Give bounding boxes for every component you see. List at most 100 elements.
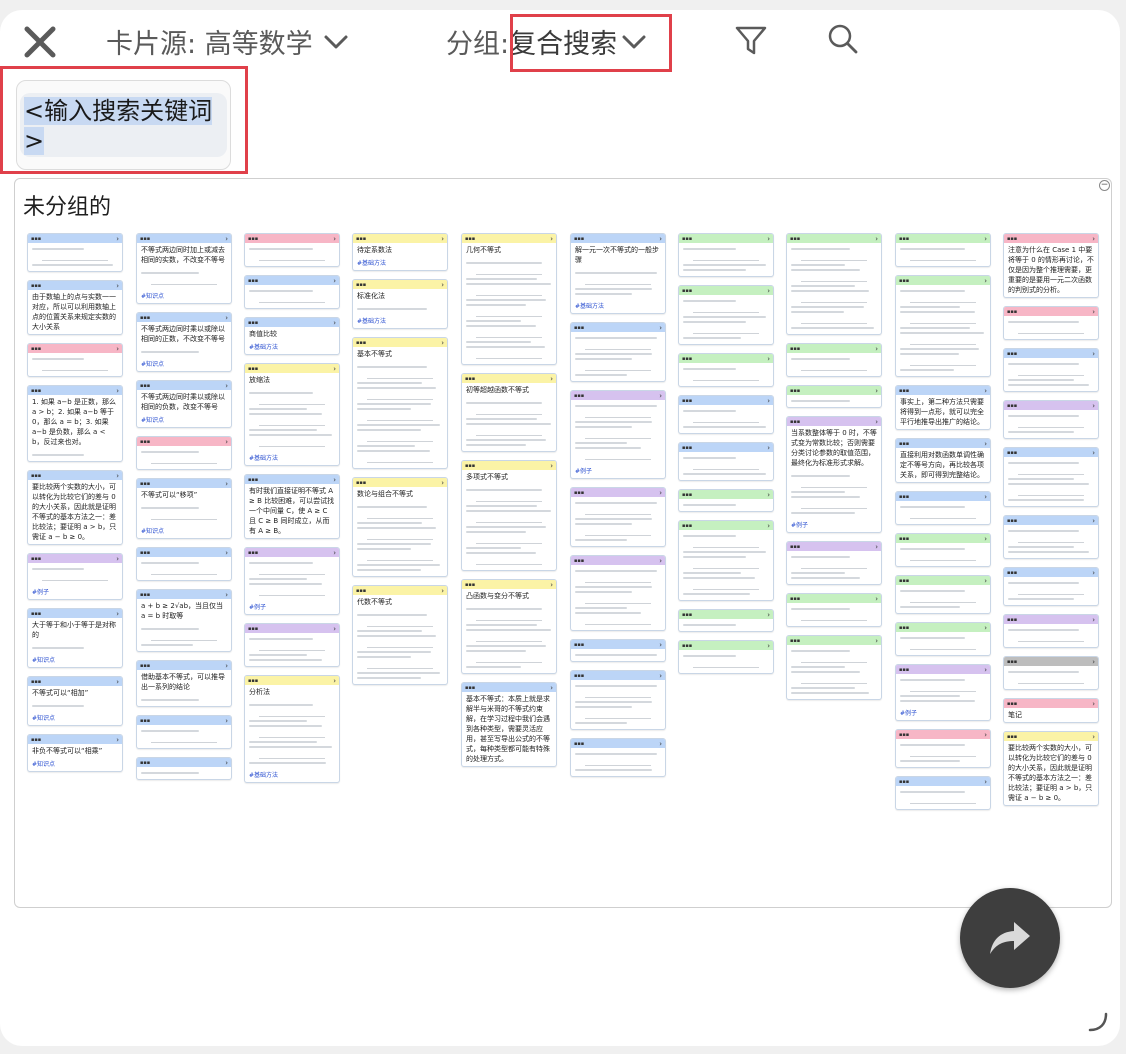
- chevron-right-icon[interactable]: ›: [767, 287, 770, 295]
- chevron-right-icon[interactable]: ›: [984, 731, 987, 739]
- chevron-right-icon[interactable]: ›: [333, 277, 336, 285]
- card[interactable]: ▪▪▪ › 基本不等式：本质上就是求解半与米哥的不等式约束解，在学习过程中我们会遇到…: [461, 682, 557, 767]
- card[interactable]: ▪▪▪ ›: [678, 353, 774, 387]
- chevron-right-icon[interactable]: ›: [333, 235, 336, 243]
- chevron-right-icon[interactable]: ›: [767, 355, 770, 363]
- chevron-right-icon[interactable]: ›: [984, 666, 987, 674]
- card[interactable]: ▪▪▪ › 大于等于和小于等于是对称的 #知识点: [27, 608, 123, 668]
- card[interactable]: ▪▪▪ › 分析法 #基础方法: [244, 675, 340, 783]
- chevron-right-icon[interactable]: ›: [659, 641, 662, 649]
- card[interactable]: ▪▪▪ ›: [1003, 348, 1099, 392]
- card[interactable]: ▪▪▪ › 不等式两边同时乘以或除以相同的负数，改变不等号 #知识点: [136, 380, 232, 428]
- chevron-right-icon[interactable]: ›: [1092, 517, 1095, 525]
- chevron-right-icon[interactable]: ›: [225, 662, 228, 670]
- card-tag[interactable]: #基础方法: [245, 341, 339, 354]
- card-tag[interactable]: #基础方法: [353, 315, 447, 328]
- chevron-right-icon[interactable]: ›: [984, 535, 987, 543]
- chevron-right-icon[interactable]: ›: [1092, 402, 1095, 410]
- chevron-right-icon[interactable]: ›: [116, 678, 119, 686]
- chevron-right-icon[interactable]: ›: [1092, 350, 1095, 358]
- chevron-right-icon[interactable]: ›: [767, 397, 770, 405]
- chevron-right-icon[interactable]: ›: [984, 387, 987, 395]
- chevron-right-icon[interactable]: ›: [550, 462, 553, 470]
- chevron-right-icon[interactable]: ›: [875, 418, 878, 426]
- chevron-right-icon[interactable]: ›: [116, 472, 119, 480]
- card[interactable]: ▪▪▪ ›: [1003, 656, 1099, 690]
- chevron-right-icon[interactable]: ›: [659, 392, 662, 400]
- chevron-right-icon[interactable]: ›: [767, 642, 770, 650]
- card[interactable]: ▪▪▪ › 不等式可以“相加” #知识点: [27, 676, 123, 726]
- chevron-right-icon[interactable]: ›: [1092, 569, 1095, 577]
- card[interactable]: ▪▪▪ ›: [570, 322, 666, 382]
- card-tag[interactable]: #知识点: [28, 654, 122, 667]
- chevron-right-icon[interactable]: ›: [659, 557, 662, 565]
- card[interactable]: ▪▪▪ ›: [678, 489, 774, 512]
- chevron-right-icon[interactable]: ›: [767, 444, 770, 452]
- card[interactable]: ▪▪▪ ›: [570, 487, 666, 547]
- card[interactable]: ▪▪▪ › 1. 如果 a−b 是正数，那么 a > b；2. 如果 a−b 等于 …: [27, 385, 123, 462]
- chevron-right-icon[interactable]: ›: [875, 235, 878, 243]
- chevron-right-icon[interactable]: ›: [659, 672, 662, 680]
- card[interactable]: ▪▪▪ › 凸函数与变分不等式: [461, 579, 557, 674]
- card[interactable]: ▪▪▪ ›: [895, 776, 991, 810]
- card[interactable]: ▪▪▪ ›: [1003, 447, 1099, 507]
- card[interactable]: ▪▪▪ › #例子: [895, 664, 991, 721]
- chevron-right-icon[interactable]: ›: [875, 595, 878, 603]
- chevron-right-icon[interactable]: ›: [767, 611, 770, 619]
- chevron-right-icon[interactable]: ›: [550, 684, 553, 692]
- card[interactable]: ▪▪▪ › 不等式可以“移项” #知识点: [136, 478, 232, 539]
- card[interactable]: ▪▪▪ › 标准化法 #基础方法: [352, 279, 448, 329]
- card-tag[interactable]: #例子: [245, 601, 339, 614]
- chevron-right-icon[interactable]: ›: [333, 365, 336, 373]
- card[interactable]: ▪▪▪ ›: [570, 639, 666, 662]
- card-canvas[interactable]: 未分组的 − ▪▪▪ › ▪▪▪ › 由于数轴上的点与实数一一对应，所以可以利用数轴上点…: [14, 178, 1112, 908]
- chevron-right-icon[interactable]: ›: [225, 480, 228, 488]
- chevron-right-icon[interactable]: ›: [550, 581, 553, 589]
- card-tag[interactable]: #基础方法: [571, 300, 665, 313]
- card[interactable]: ▪▪▪ ›: [244, 275, 340, 309]
- card[interactable]: ▪▪▪ ›: [895, 729, 991, 768]
- card[interactable]: ▪▪▪ › a + b ≥ 2√ab，当且仅当 a = b 时取等: [136, 589, 232, 652]
- card[interactable]: ▪▪▪ ›: [136, 436, 232, 470]
- card[interactable]: ▪▪▪ ›: [895, 533, 991, 567]
- chevron-right-icon[interactable]: ›: [875, 637, 878, 645]
- chevron-right-icon[interactable]: ›: [550, 375, 553, 383]
- card[interactable]: ▪▪▪ ›: [678, 520, 774, 601]
- card[interactable]: ▪▪▪ ›: [895, 491, 991, 525]
- chevron-right-icon[interactable]: ›: [333, 677, 336, 685]
- chevron-right-icon[interactable]: ›: [1092, 700, 1095, 708]
- chevron-right-icon[interactable]: ›: [225, 382, 228, 390]
- card[interactable]: ▪▪▪ ›: [786, 541, 882, 585]
- card[interactable]: ▪▪▪ › 多项式不等式: [461, 460, 557, 571]
- card[interactable]: ▪▪▪ › 初等超越函数不等式: [461, 373, 557, 452]
- chevron-right-icon[interactable]: ›: [333, 625, 336, 633]
- card[interactable]: ▪▪▪ ›: [895, 233, 991, 267]
- card[interactable]: ▪▪▪ › #例子: [570, 390, 666, 479]
- card[interactable]: ▪▪▪ ›: [570, 670, 666, 730]
- chevron-right-icon[interactable]: ›: [767, 235, 770, 243]
- chevron-right-icon[interactable]: ›: [225, 235, 228, 243]
- card[interactable]: ▪▪▪ ›: [244, 623, 340, 667]
- card[interactable]: ▪▪▪ › 注意为什么在 Case 1 中要将等于 0 的情形再讨论，不仅是因为整个…: [1003, 233, 1099, 298]
- card[interactable]: ▪▪▪ › 基本不等式: [352, 337, 448, 469]
- card-tag[interactable]: #基础方法: [245, 452, 339, 465]
- chevron-right-icon[interactable]: ›: [225, 549, 228, 557]
- chevron-right-icon[interactable]: ›: [225, 591, 228, 599]
- card-source-dropdown[interactable]: 卡片源: 高等数学: [106, 22, 349, 61]
- chevron-right-icon[interactable]: ›: [875, 387, 878, 395]
- chevron-right-icon[interactable]: ›: [116, 235, 119, 243]
- chevron-right-icon[interactable]: ›: [333, 549, 336, 557]
- chevron-right-icon[interactable]: ›: [441, 281, 444, 289]
- card-tag[interactable]: #基础方法: [245, 769, 339, 782]
- card-tag[interactable]: #例子: [896, 707, 990, 720]
- chevron-right-icon[interactable]: ›: [116, 736, 119, 744]
- card[interactable]: ▪▪▪ › 商值比较 #基础方法: [244, 317, 340, 355]
- chevron-right-icon[interactable]: ›: [875, 543, 878, 551]
- resize-handle-icon[interactable]: [1086, 1010, 1110, 1034]
- chevron-right-icon[interactable]: ›: [984, 277, 987, 285]
- chevron-right-icon[interactable]: ›: [659, 235, 662, 243]
- card[interactable]: ▪▪▪ ›: [570, 555, 666, 631]
- card-tag[interactable]: #知识点: [28, 712, 122, 725]
- chevron-right-icon[interactable]: ›: [225, 314, 228, 322]
- chevron-right-icon[interactable]: ›: [1092, 235, 1095, 243]
